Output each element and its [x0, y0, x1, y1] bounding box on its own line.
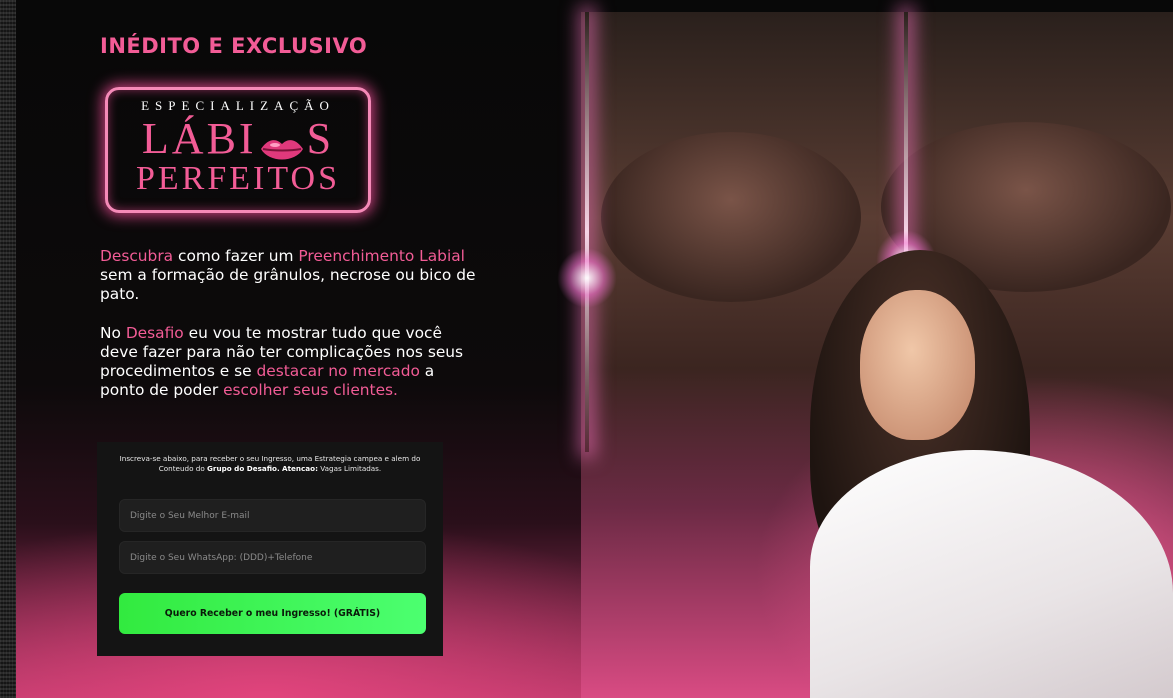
- course-logo: ESPECIALIZAÇÃO LÁBI S PERFEITOS: [105, 87, 371, 213]
- email-field[interactable]: [119, 499, 426, 532]
- logo-title-right: S: [306, 114, 335, 163]
- kiss-lips-icon: [259, 128, 305, 160]
- eyebrow-title: INÉDITO E EXCLUSIVO: [100, 34, 368, 58]
- intro-paragraph-2: No Desafio eu vou te mostrar tudo que vo…: [100, 324, 480, 400]
- body-text: No: [100, 324, 126, 342]
- logo-title-left: LÁBI: [141, 114, 257, 163]
- body-text: sem a formação de grânulos, necrose ou b…: [100, 266, 476, 303]
- hero-section: INÉDITO E EXCLUSIVO ESPECIALIZAÇÃO LÁBI S…: [16, 0, 1173, 698]
- presenter-photo: [790, 250, 1173, 698]
- intro-paragraph-1: Descubra como fazer um Preenchimento Lab…: [100, 247, 480, 304]
- body-text: como fazer um: [173, 247, 299, 265]
- highlight-text: Descubra: [100, 247, 174, 265]
- whatsapp-field[interactable]: [119, 541, 426, 574]
- logo-title-line: LÁBI S: [108, 116, 368, 162]
- presenter-white-coat: [810, 450, 1173, 698]
- signup-form: Inscreva-se abaixo, para receber o seu I…: [97, 442, 443, 656]
- light-flare-left: [557, 248, 617, 308]
- logo-title-bottom: PERFEITOS: [136, 160, 340, 197]
- logo-subtitle: ESPECIALIZAÇÃO: [141, 98, 335, 113]
- light-beam-left: [585, 12, 589, 452]
- highlight-text: escolher seus clientes.: [223, 381, 398, 399]
- highlight-text: destacar no mercado: [256, 362, 420, 380]
- presenter-face: [860, 290, 975, 440]
- get-ticket-button[interactable]: Quero Receber o meu Ingresso! (GRÁTIS): [119, 593, 426, 634]
- highlight-text: Desafio: [125, 324, 184, 342]
- form-intro-text: Inscreva-se abaixo, para receber o seu I…: [115, 454, 425, 474]
- left-texture-strip: [0, 0, 16, 698]
- form-intro-tail: Vagas Limitadas.: [317, 464, 382, 473]
- form-intro-bold-attention: Atencao:: [282, 464, 318, 473]
- form-intro-bold-group: Grupo do Desafio.: [207, 464, 280, 473]
- highlight-text: Preenchimento Labial: [298, 247, 465, 265]
